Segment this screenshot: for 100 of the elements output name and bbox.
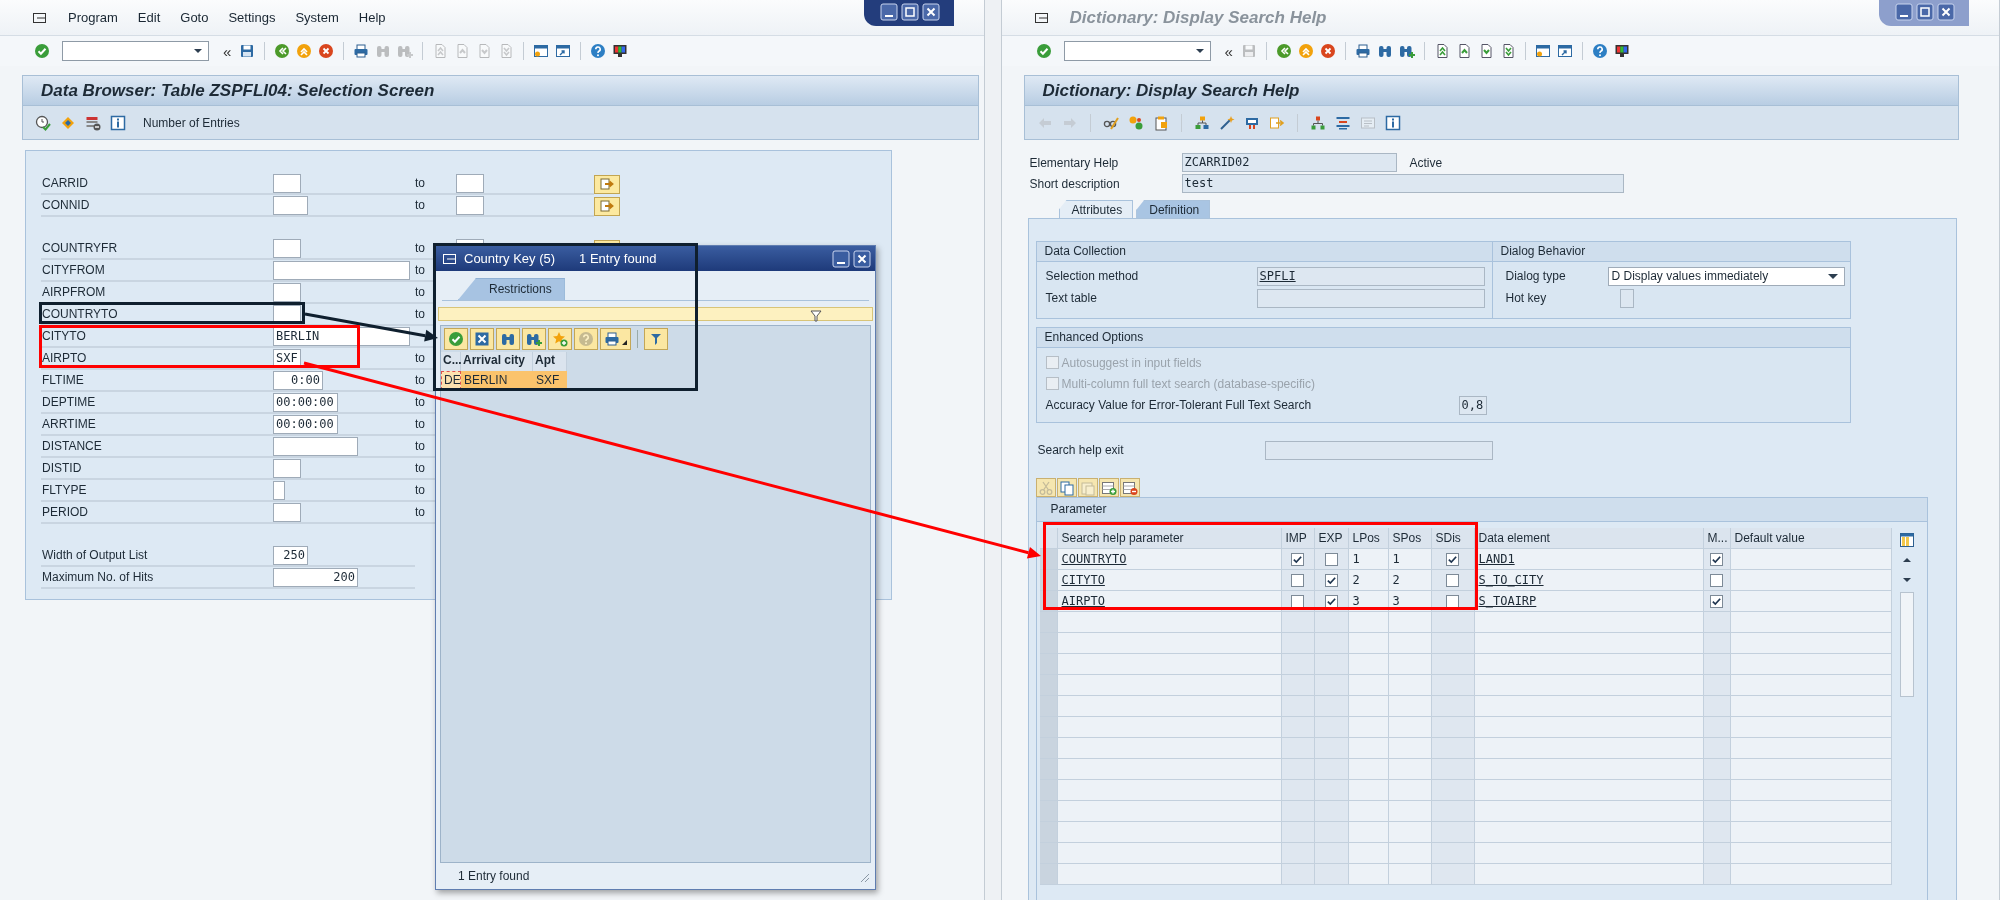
table-cell[interactable] [1730, 717, 1892, 738]
column-header[interactable]: IMP [1281, 528, 1315, 549]
command-field[interactable] [1063, 41, 1211, 61]
diamond-arrows-icon[interactable] [60, 114, 76, 131]
table-cell[interactable] [1730, 696, 1892, 717]
checkbox[interactable] [1710, 552, 1723, 566]
table-cell[interactable] [1057, 864, 1282, 885]
checkbox[interactable] [1324, 552, 1338, 566]
table-cell[interactable] [1703, 801, 1731, 822]
table-cell[interactable] [1314, 675, 1349, 696]
checkbox[interactable] [1446, 552, 1459, 566]
table-cell[interactable] [1057, 801, 1282, 822]
clipboard-icon[interactable] [1152, 114, 1169, 131]
table-cell[interactable] [1348, 738, 1389, 759]
table-cell[interactable] [1057, 696, 1282, 717]
table-cell[interactable] [1474, 654, 1704, 675]
column-header[interactable]: M... [1703, 528, 1731, 549]
table-cell[interactable] [1348, 843, 1389, 864]
table-cell[interactable] [1348, 717, 1389, 738]
cancel-icon[interactable] [318, 43, 335, 59]
table-cell[interactable] [1314, 738, 1349, 759]
checkbox[interactable] [1710, 573, 1723, 587]
input-field[interactable] [273, 173, 301, 193]
input-field[interactable] [273, 436, 358, 456]
table-cell[interactable] [1314, 633, 1349, 654]
menu-item[interactable]: Edit [137, 10, 161, 25]
table-cell[interactable] [1703, 822, 1731, 843]
check-icon[interactable] [1035, 43, 1052, 59]
table-cell[interactable] [1281, 675, 1315, 696]
toolbar-button[interactable]: Number of Entries [143, 115, 240, 130]
checkbox[interactable] [1710, 594, 1723, 608]
table-cell[interactable] [1431, 612, 1475, 633]
collapse-button[interactable]: « [223, 42, 232, 60]
table-cell[interactable] [1388, 738, 1432, 759]
tab[interactable]: Definition [1136, 200, 1211, 218]
table-cell[interactable] [1730, 654, 1892, 675]
table-cell[interactable] [1388, 633, 1432, 654]
column-header[interactable]: Default value [1730, 528, 1892, 549]
multiple-selection-button[interactable] [594, 196, 620, 216]
table-cell[interactable] [1348, 822, 1389, 843]
table-cell[interactable] [1314, 654, 1349, 675]
monitor-icon[interactable] [612, 43, 629, 59]
tab[interactable]: Attributes [1058, 200, 1134, 218]
table-cell[interactable] [1388, 759, 1432, 780]
list-minus-icon[interactable] [85, 114, 101, 131]
input-field[interactable]: 250 [273, 545, 308, 565]
table-cell[interactable] [1431, 864, 1475, 885]
input-field[interactable] [273, 480, 285, 500]
table-cell[interactable] [1388, 717, 1432, 738]
save-icon[interactable] [239, 43, 256, 59]
table-cell[interactable] [1388, 864, 1432, 885]
table-cell[interactable] [1388, 654, 1432, 675]
table-cell[interactable] [1474, 864, 1704, 885]
table-cell[interactable] [1474, 801, 1704, 822]
table-cell[interactable] [1730, 738, 1892, 759]
table-cell[interactable] [1281, 780, 1315, 801]
table-cell[interactable] [1431, 717, 1475, 738]
maximize-icon[interactable] [900, 3, 919, 21]
help-icon[interactable] [1591, 43, 1608, 59]
table-cell[interactable] [1431, 633, 1475, 654]
table-cell[interactable] [1388, 612, 1432, 633]
table-cell[interactable] [1281, 759, 1315, 780]
checkbox[interactable] [1291, 552, 1304, 566]
table-cell[interactable] [1730, 675, 1892, 696]
binoculars-icon[interactable] [1376, 43, 1393, 59]
table-cell[interactable] [1057, 759, 1282, 780]
input-field[interactable]: 00:00:00 [273, 414, 338, 434]
help-icon[interactable] [590, 43, 607, 59]
column-header[interactable]: LPos [1348, 528, 1389, 549]
input-field[interactable] [273, 260, 410, 280]
menu-item[interactable]: System [295, 10, 339, 25]
table-cell[interactable] [1314, 822, 1349, 843]
table-cell[interactable] [1730, 843, 1892, 864]
input-field[interactable]: 200 [273, 567, 358, 587]
table-cell[interactable] [1730, 591, 1892, 612]
table-cell[interactable] [1314, 696, 1349, 717]
table-cell[interactable] [1474, 738, 1704, 759]
table-cell[interactable] [1431, 822, 1475, 843]
table-cell[interactable] [1431, 696, 1475, 717]
scrollbar[interactable] [1899, 592, 1914, 697]
table-cell[interactable] [1348, 759, 1389, 780]
print-icon[interactable] [353, 43, 370, 59]
input-field[interactable] [273, 238, 301, 258]
table-cell[interactable] [1281, 633, 1315, 654]
table-cell[interactable] [1281, 717, 1315, 738]
monitor-icon[interactable] [1613, 43, 1630, 59]
new-window-icon[interactable] [1534, 43, 1551, 59]
table-cell[interactable] [1703, 843, 1731, 864]
table-cell[interactable] [1314, 801, 1349, 822]
table-cell[interactable] [1388, 696, 1432, 717]
collapse-button[interactable]: « [1224, 42, 1233, 60]
table-cell[interactable] [1388, 675, 1432, 696]
column-header[interactable]: C... [441, 352, 461, 371]
exit-icon[interactable] [296, 43, 313, 59]
table-cell[interactable] [1348, 654, 1389, 675]
table-cell[interactable] [1388, 822, 1432, 843]
table-cell[interactable] [1474, 675, 1704, 696]
table-cell[interactable] [1730, 801, 1892, 822]
table-cell[interactable] [1703, 780, 1731, 801]
close-icon[interactable] [853, 249, 871, 268]
